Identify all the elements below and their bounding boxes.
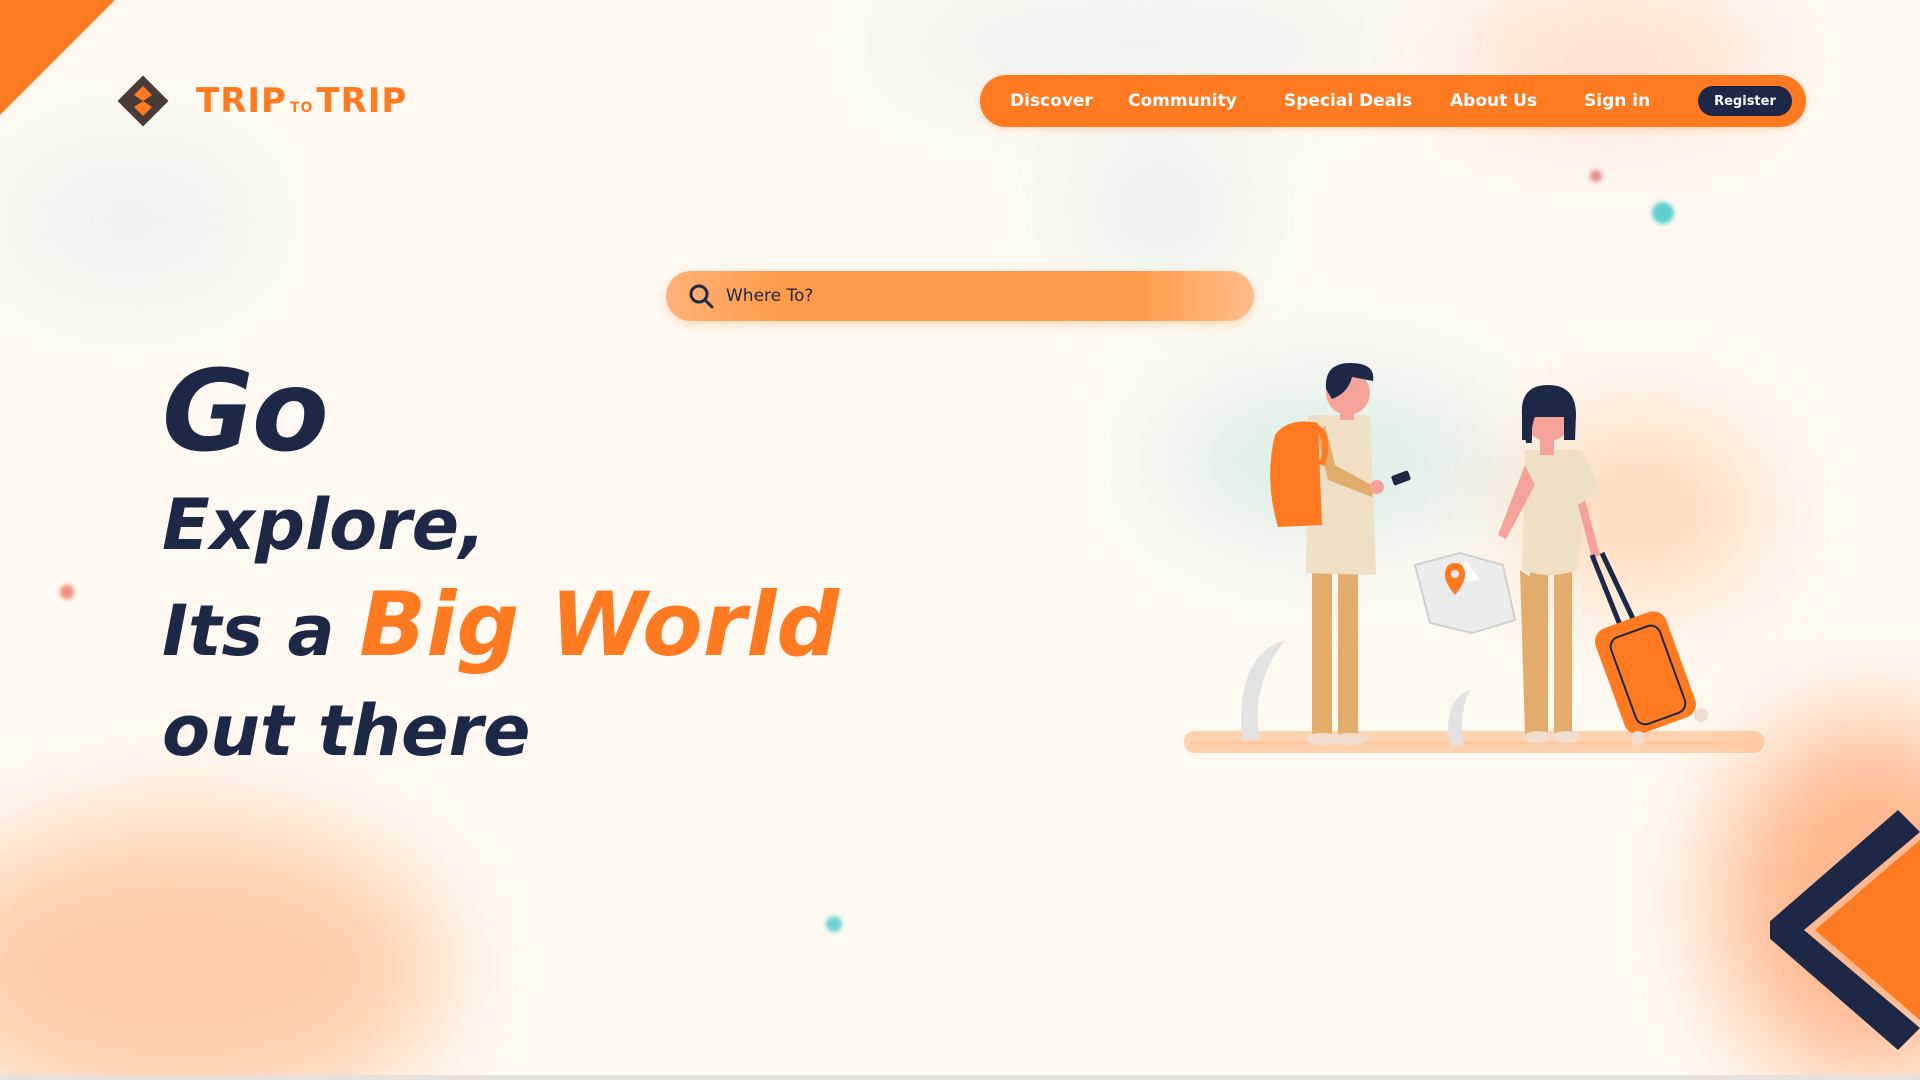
- background-dot: [60, 585, 74, 599]
- hero-line-big-world: Its a Big World: [162, 575, 839, 681]
- hero-line-go: Go: [162, 347, 329, 477]
- search-icon[interactable]: [688, 283, 714, 309]
- man-figure: [1270, 363, 1411, 745]
- background-dot: [1652, 202, 1674, 224]
- diamond-logo-icon: [117, 75, 169, 127]
- hero-heading: Go Explore, Its a Big World out there: [162, 350, 839, 781]
- plant-icon: [1241, 640, 1285, 740]
- background-dot: [826, 916, 842, 932]
- main-nav: Discover Community Special Deals About U…: [980, 75, 1806, 127]
- brand-name: TRIP TO TRIP: [196, 81, 407, 121]
- nav-about-us[interactable]: About Us: [1450, 75, 1537, 127]
- hero-line-prefix: Its a: [162, 590, 335, 672]
- nav-special-deals[interactable]: Special Deals: [1284, 75, 1412, 127]
- travelers-illustration: [1184, 363, 1764, 753]
- background-dot: [1590, 170, 1602, 182]
- corner-decoration-top-left: [0, 0, 115, 115]
- search-input[interactable]: [724, 285, 1188, 307]
- search-bar[interactable]: [666, 271, 1254, 321]
- hero-line-out-there: out there: [162, 690, 531, 772]
- map-icon: [1413, 551, 1517, 635]
- brand-logo[interactable]: TRIP TO TRIP: [112, 70, 407, 132]
- brand-name-part2: TRIP: [316, 81, 408, 121]
- woman-figure: [1498, 385, 1600, 743]
- brand-name-part1: TRIP: [196, 81, 287, 121]
- background-blob: [0, 140, 260, 300]
- bottom-edge-bar: [0, 1075, 1920, 1080]
- brand-name-connector: TO: [289, 100, 314, 116]
- nav-sign-in[interactable]: Sign in: [1584, 75, 1650, 127]
- nav-community[interactable]: Community: [1128, 75, 1237, 127]
- hero-line-explore: Explore,: [162, 484, 486, 566]
- corner-decoration-bottom-right: [1770, 810, 1920, 1050]
- suitcase-icon: [1589, 551, 1708, 745]
- hero-accent-text: Big World: [359, 573, 840, 676]
- background-blob: [1080, 150, 1240, 270]
- register-button[interactable]: Register: [1698, 86, 1792, 116]
- nav-discover[interactable]: Discover: [1010, 75, 1093, 127]
- background-blob: [0, 820, 440, 1080]
